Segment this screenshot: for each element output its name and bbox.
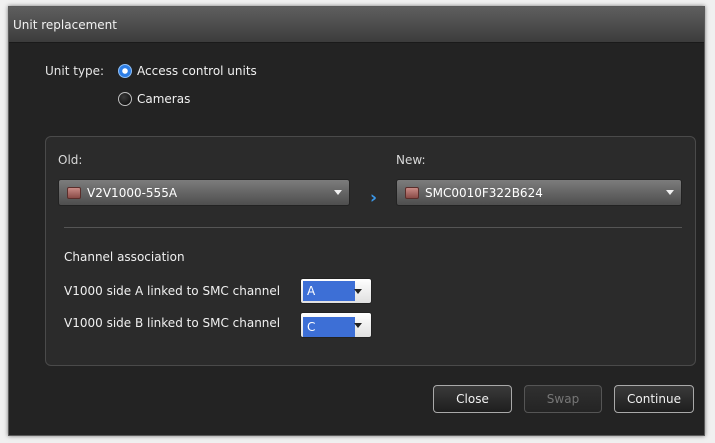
radio-label-access-control-units: Access control units — [137, 64, 257, 78]
unit-replacement-dialog: Unit replacement Unit type: Access contr… — [8, 6, 705, 436]
dialog-content: Unit type: Access control units Cameras … — [9, 43, 704, 435]
chevron-down-icon — [666, 190, 674, 195]
old-unit-dropdown[interactable]: V2V1000-555A — [58, 179, 350, 206]
close-button[interactable]: Close — [433, 385, 512, 413]
continue-button[interactable]: Continue — [614, 385, 694, 413]
old-unit-value: V2V1000-555A — [87, 185, 178, 200]
radio-checked-icon[interactable] — [118, 64, 132, 78]
chevron-down-icon — [354, 323, 362, 328]
old-label: Old: — [58, 153, 83, 167]
title-bar: Unit replacement — [9, 7, 704, 43]
side-a-channel-value: A — [303, 281, 355, 301]
side-b-channel-dropdown[interactable]: C — [300, 312, 372, 338]
side-a-label: V1000 side A linked to SMC channel — [64, 284, 281, 298]
chevron-down-icon — [334, 190, 342, 195]
window-title: Unit replacement — [13, 17, 117, 32]
new-label: New: — [396, 153, 426, 167]
channel-association-heading: Channel association — [64, 250, 185, 264]
radio-label-cameras: Cameras — [137, 92, 191, 106]
replacement-group: Old: New: V2V1000-555A › SMC0010F322B624… — [45, 136, 696, 366]
divider — [64, 227, 682, 228]
chevron-right-icon: › — [370, 188, 378, 208]
unit-type-label: Unit type: — [45, 64, 105, 78]
radio-unchecked-icon[interactable] — [118, 92, 132, 106]
radio-access-control-units[interactable]: Access control units — [118, 64, 257, 78]
side-a-channel-dropdown[interactable]: A — [300, 278, 372, 304]
swap-button[interactable]: Swap — [524, 385, 602, 413]
new-unit-dropdown[interactable]: SMC0010F322B624 — [396, 179, 682, 206]
new-unit-value: SMC0010F322B624 — [425, 185, 543, 200]
side-b-channel-value: C — [303, 317, 355, 337]
radio-cameras[interactable]: Cameras — [118, 92, 190, 106]
unit-icon — [405, 186, 419, 199]
unit-icon — [67, 186, 81, 199]
side-b-label: V1000 side B linked to SMC channel — [64, 316, 281, 330]
chevron-down-icon — [354, 289, 362, 294]
